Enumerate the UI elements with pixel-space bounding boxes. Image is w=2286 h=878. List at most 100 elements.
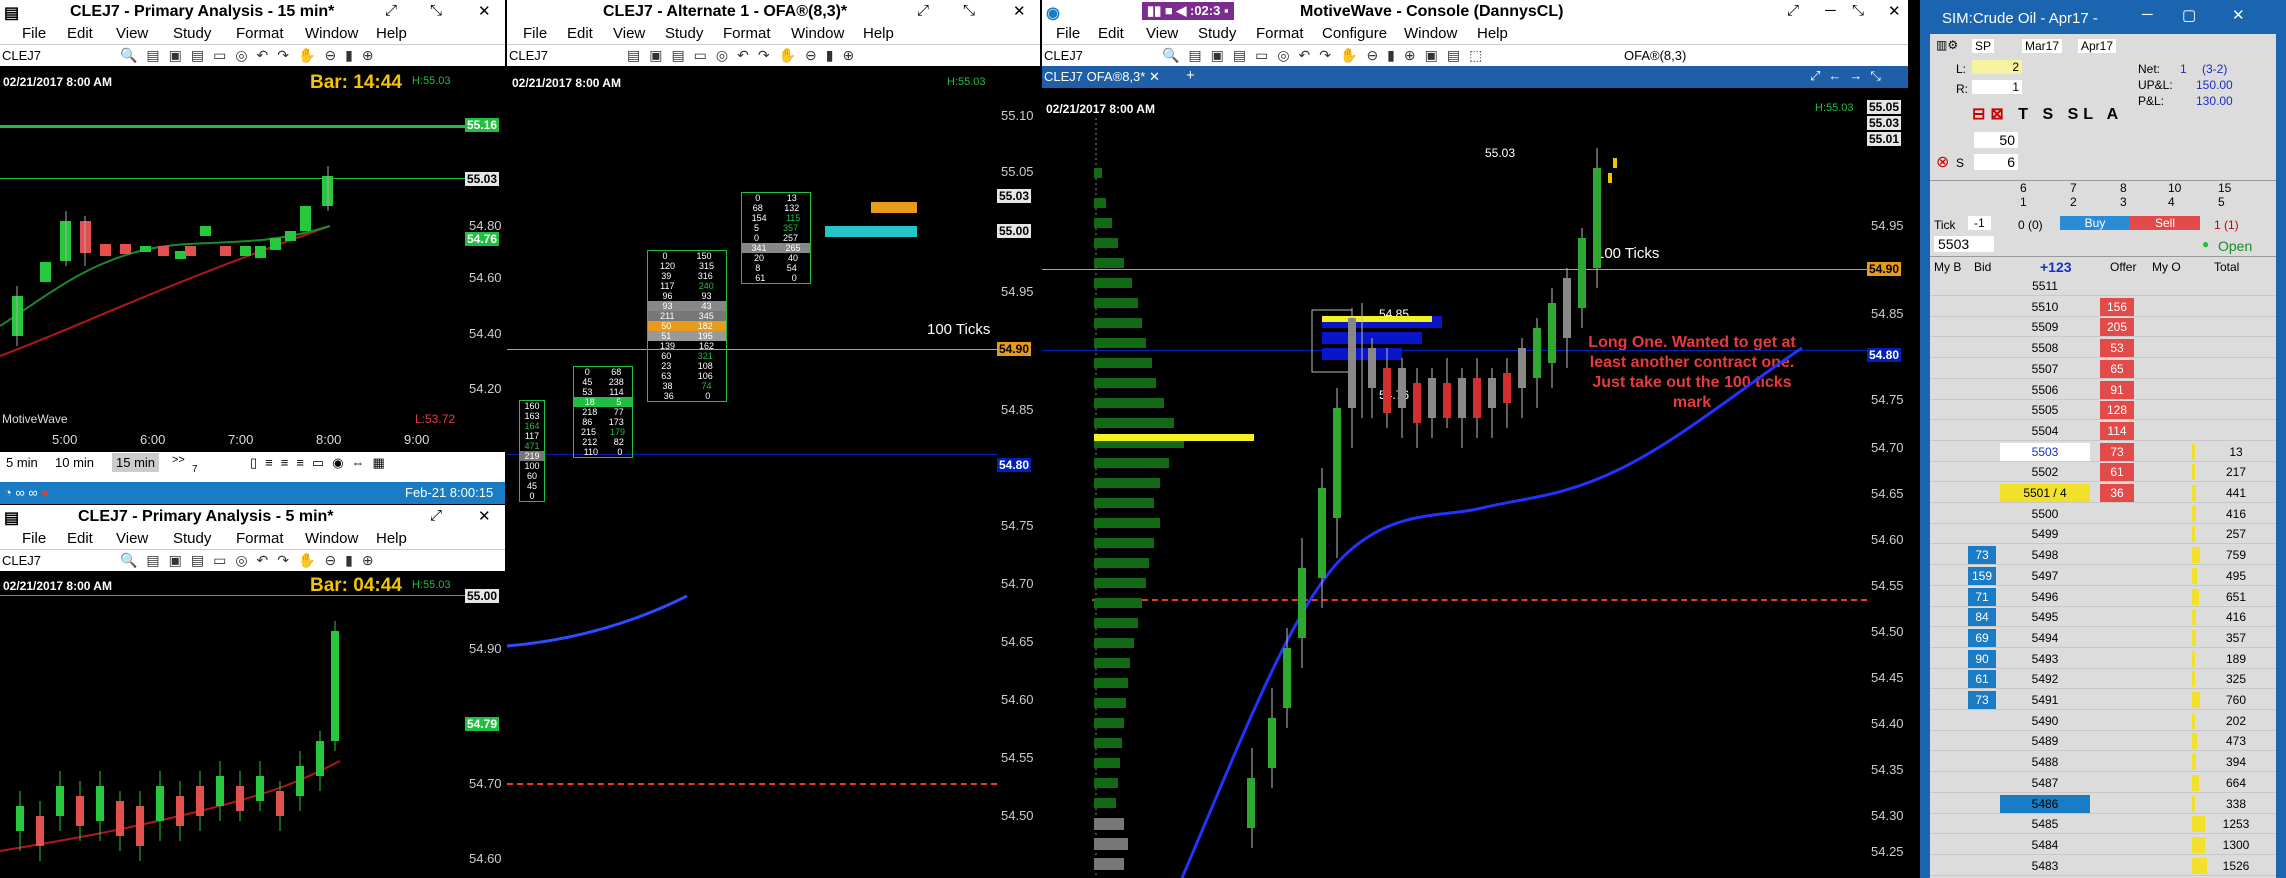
dom-row[interactable]: 5508 53 [1930,338,2276,359]
menu-file[interactable]: File [22,530,46,547]
close-icon[interactable]: ✕ [1013,2,1026,20]
total-cell[interactable] [2196,401,2276,419]
menu-help[interactable]: Help [376,25,407,42]
toolbar-icons[interactable]: 🔍▤▣▤▭◎↶↷✋⊖▮⊕ [120,552,383,569]
price-cell[interactable]: 5497 [2000,567,2090,585]
price-cell[interactable]: 5483 [2000,857,2090,875]
offer-cell[interactable] [2100,774,2134,792]
symbol-select[interactable]: CLEJ7 [1044,48,1083,63]
dom-row[interactable]: 90 5493 189 [1930,649,2276,669]
offer-cell[interactable] [2100,815,2134,833]
replay-controls[interactable]: ▮▮ ■ ◀ :02:3 ▪ [1142,2,1234,20]
bid-cell[interactable] [1968,815,1996,833]
total-cell[interactable]: 202 [2196,712,2276,730]
title-bar[interactable]: ▤ CLEJ7 - Primary Analysis - 5 min* ⤢ ✕ [0,505,505,529]
bid-cell[interactable]: 69 [1968,628,1996,647]
qty-preset[interactable]: 2 [2070,195,2077,209]
bid-cell[interactable]: 159 [1968,566,1996,585]
total-cell[interactable]: 1300 [2196,836,2276,854]
menu-window[interactable]: Window [305,530,358,547]
price-cell[interactable]: 5496 [2000,588,2090,606]
dom-row[interactable]: 5506 91 [1930,380,2276,400]
chart-area[interactable]: 02/21/2017 8:00 AM Bar: 04:44 H:55.03 [0,571,465,878]
price-cell[interactable]: 5489 [2000,732,2090,750]
bid-cell[interactable] [1968,318,1996,336]
qty-preset[interactable]: 6 [2020,181,2027,195]
offer-cell[interactable] [2100,836,2134,854]
interval-10min[interactable]: 10 min [55,455,94,470]
menu-study[interactable]: Study [173,530,211,547]
qty-preset[interactable]: 5 [2218,195,2225,209]
offer-cell[interactable] [2100,629,2134,647]
qty-preset[interactable]: 15 [2218,181,2231,195]
total-cell[interactable]: 338 [2196,795,2276,813]
total-cell[interactable]: 416 [2196,608,2276,626]
total-cell[interactable]: 357 [2196,629,2276,647]
qty-preset[interactable]: 3 [2120,195,2127,209]
bid-cell[interactable] [1968,360,1996,378]
offer-cell[interactable] [2100,670,2134,688]
offer-cell[interactable]: 53 [2100,339,2134,358]
sell-button[interactable]: Sell [2130,216,2200,230]
menu-edit[interactable]: Edit [67,25,93,42]
total-cell[interactable]: 325 [2196,670,2276,688]
interval-15min[interactable]: 15 min [112,453,160,472]
menu-configure[interactable]: Configure [1322,25,1387,42]
dom-row[interactable]: 5488 394 [1930,752,2276,773]
price-cell[interactable]: 5510 [2000,298,2090,316]
maximize-icon[interactable]: ⤢ [430,507,442,524]
qty-preset[interactable]: 4 [2168,195,2175,209]
toolbar-icons[interactable]: 🔍▤▣▤▭◎↶↷✋⊖▮⊕ [120,47,383,64]
offer-cell[interactable]: 61 [2100,463,2134,482]
price-axis[interactable]: 55.05 55.03 55.01 54.95 54.90 54.85 54.8… [1867,88,1908,878]
month-2[interactable]: Apr17 [2078,39,2117,53]
offer-cell[interactable]: 65 [2100,359,2134,378]
offer-cell[interactable]: 36 [2100,484,2134,502]
bid-cell[interactable]: 73 [1968,546,1996,565]
qty-input[interactable]: 50 [1974,132,2018,148]
total-cell[interactable]: 189 [2196,650,2276,668]
more-intervals[interactable]: >> [172,454,185,466]
bid-cell[interactable] [1968,712,1996,730]
price-cell[interactable]: 5501 / 4 [2000,484,2090,502]
menu-file[interactable]: File [22,25,46,42]
total-cell[interactable]: 416 [2196,505,2276,523]
offer-cell[interactable] [2100,588,2134,606]
total-cell[interactable]: 441 [2196,484,2276,502]
menu-view[interactable]: View [1146,25,1178,42]
menu-format[interactable]: Format [723,25,771,42]
total-cell[interactable]: 495 [2196,567,2276,585]
bid-cell[interactable] [1968,732,1996,750]
tab-chart[interactable]: CLEJ7 OFA®8,3* ✕ [1044,69,1160,85]
bid-cell[interactable] [1968,525,1996,543]
bid-cell[interactable]: 61 [1968,670,1996,689]
dom-row[interactable]: 5484 1300 [1930,835,2276,855]
dom-row[interactable]: 73 5491 760 [1930,690,2276,710]
close-icon[interactable]: ✕ [2232,6,2245,24]
offer-cell[interactable] [2100,546,2134,564]
dom-row[interactable]: 5504 114 [1930,421,2276,441]
offer-cell[interactable] [2100,525,2134,543]
chart-area[interactable]: 02/21/2017 8:00 AM Bar: 14:44 H:55.03 Mo… [0,66,465,440]
bid-cell[interactable] [1968,298,1996,316]
bid-cell[interactable]: 90 [1968,649,1996,668]
offer-cell[interactable]: 73 [2100,442,2134,461]
l-input[interactable]: 2 [1972,60,2022,74]
console-window[interactable]: ◉ ▮▮ ■ ◀ :02:3 ▪ MotiveWave - Console (D… [1042,0,1908,878]
account-select[interactable]: SP [1972,39,1995,53]
price-cell[interactable]: 5503 [2000,442,2090,461]
total-cell[interactable]: 257 [2196,525,2276,543]
offer-cell[interactable] [2100,608,2134,626]
price-cell[interactable]: 5505 [2000,401,2090,419]
dom-row[interactable]: 5507 65 [1930,359,2276,379]
price-cell[interactable]: 5507 [2000,360,2090,378]
restore-icon[interactable]: ⤡ [1852,2,1864,19]
total-cell[interactable] [2196,277,2276,295]
menu-help[interactable]: Help [1477,25,1508,42]
dom-row[interactable]: 69 5494 357 [1930,628,2276,648]
price-cell[interactable]: 5511 [2000,277,2090,295]
dom-row[interactable]: 5510 156 [1930,297,2276,317]
title-bar[interactable]: ▤ CLEJ7 - Primary Analysis - 15 min* ⤢ ⤡… [0,0,505,24]
menu-edit[interactable]: Edit [67,530,93,547]
price-cell[interactable]: 5499 [2000,525,2090,543]
